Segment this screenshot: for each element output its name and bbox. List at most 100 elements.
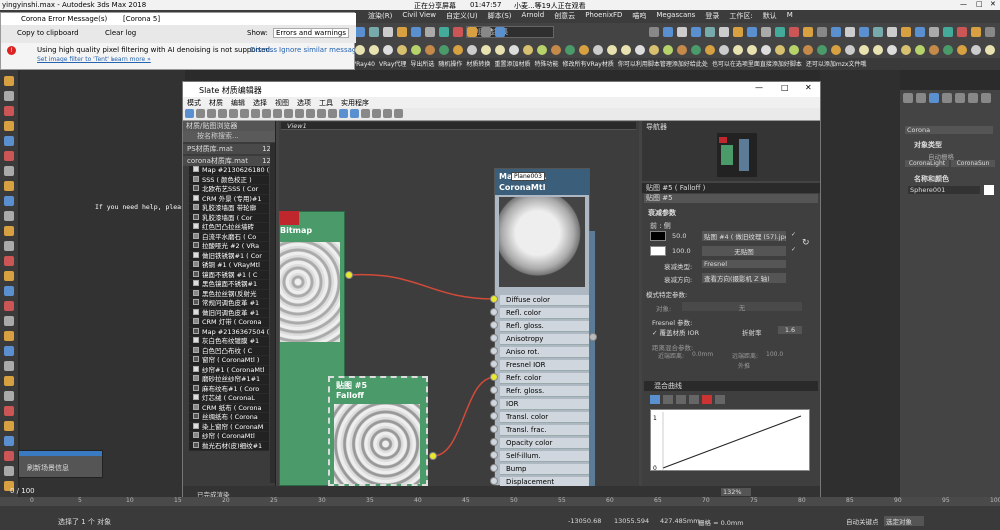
command-tab-icon[interactable] [968,93,978,103]
left-tool-icon[interactable] [4,436,14,446]
slate-tool-icon[interactable] [218,109,227,118]
slot-socket[interactable] [490,438,498,446]
minimize-button[interactable]: — [960,0,967,8]
shape-icon[interactable] [439,45,449,55]
shape-icon[interactable] [621,45,631,55]
toolbar-icon[interactable] [495,27,505,37]
slate-menu-item[interactable]: 工具 [319,98,333,108]
clear-log-button[interactable]: Clear log [105,29,136,37]
side-map-button[interactable]: 无贴图 [702,246,786,256]
main-menu-item[interactable]: Megascans [656,11,695,22]
left-tool-icon[interactable] [4,166,14,176]
toolbar-icon[interactable] [789,27,799,37]
material-list-item[interactable]: 白流平水磨石 ( Co [189,232,269,242]
material-list-item[interactable]: 红色凹凸拉丝墙砖 [189,223,269,233]
frame-counter[interactable]: 0 / 100 [10,487,35,495]
command-tab-icon[interactable] [942,93,952,103]
slate-tool-icon[interactable] [262,109,271,118]
slot-socket[interactable] [490,334,498,342]
mix-curve-graph[interactable]: 1 0 [650,409,810,472]
slot-socket[interactable] [490,321,498,329]
toolbar-icon[interactable] [453,27,463,37]
toolbar-icon[interactable] [859,27,869,37]
toolbar-icon[interactable] [873,27,883,37]
shape-icon[interactable] [481,45,491,55]
front-color-swatch[interactable] [650,231,666,241]
zoom-dropdown[interactable]: 132% [721,488,751,496]
material-list-item[interactable]: 灯芯绒 ( CoronaL [189,394,269,404]
main-menu-item[interactable]: M [787,11,793,22]
slot-opacity-color[interactable]: Opacity color [500,438,592,449]
toolbar-icon[interactable] [915,27,925,37]
shape-icon[interactable] [495,45,505,55]
curve-tool-icon[interactable] [702,395,712,404]
toolbar-icon[interactable] [901,27,911,37]
slate-tool-icon[interactable] [240,109,249,118]
slot-transl-frac-[interactable]: Transl. frac. [500,425,592,436]
command-tab-icon[interactable] [955,93,965,103]
shape-icon[interactable] [355,45,365,55]
slot-socket[interactable] [490,399,498,407]
shape-icon[interactable] [831,45,841,55]
slate-tool-icon[interactable] [306,109,315,118]
shape-icon[interactable] [803,45,813,55]
slot-socket[interactable] [490,373,498,381]
side-value[interactable]: 100.0 [672,247,691,255]
left-tool-icon[interactable] [4,181,14,191]
slot-socket[interactable] [490,477,498,485]
toolbar-icon[interactable] [957,27,967,37]
viewport[interactable]: If you need help, please vis 刷新场景信息 [18,70,205,500]
material-list-item[interactable]: 磨砂拉丝纱帘#1#1 [189,375,269,385]
left-tool-icon[interactable] [4,211,14,221]
slot-self-illum-[interactable]: Self-illum. [500,451,592,462]
slot-socket[interactable] [490,308,498,316]
material-list-item[interactable]: 乳胶漆墙面 带轮廓 [189,204,269,214]
left-tool-icon[interactable] [4,391,14,401]
slot-socket[interactable] [490,386,498,394]
toolbar-icon[interactable] [663,27,673,37]
material-list-item[interactable]: 纱帘 ( CoronaMtl [189,432,269,442]
shape-icon[interactable] [859,45,869,55]
toolbar-icon[interactable] [677,27,687,37]
left-tool-icon[interactable] [4,226,14,236]
shape-icon[interactable] [733,45,743,55]
material-list-item[interactable]: 黑色镜面不锈钢#1 [189,280,269,290]
curve-tool-icon[interactable] [715,395,725,404]
z-coord[interactable]: 427.485mm [660,517,700,525]
left-tool-icon[interactable] [4,346,14,356]
shape-icon[interactable] [593,45,603,55]
slate-close[interactable]: ✕ [805,83,812,92]
material-list-item[interactable]: CRM 纸布 ( Corona [189,403,269,413]
slot-transl-color[interactable]: Transl. color [500,412,592,423]
corona-sun-button[interactable]: CoronaSun [951,160,995,167]
right-viewport[interactable] [820,70,900,500]
left-tool-icon[interactable] [4,286,14,296]
slate-tool-icon[interactable] [372,109,381,118]
shape-icon[interactable] [943,45,953,55]
left-tool-icon[interactable] [4,451,14,461]
front-map-button[interactable]: 贴图 #4 ( 做旧纹理 (57).jpg ) [702,231,786,241]
group-corona-library[interactable]: corona材质库.mat 12 [183,156,275,166]
command-tab-icon[interactable] [903,93,913,103]
toolbar-icon[interactable] [691,27,701,37]
shape-icon[interactable] [579,45,589,55]
left-tool-icon[interactable] [4,466,14,476]
object-name-field[interactable]: Sphere001 [908,186,980,194]
shape-icon[interactable] [901,45,911,55]
browser-search[interactable]: 按名称搜索... [183,131,275,142]
group-ps-library[interactable]: PS材质库.mat 12 [183,144,275,154]
slot-aniso-rot-[interactable]: Aniso rot. [500,347,592,358]
ribbon-item[interactable]: 材质转换 [466,59,490,69]
shape-icon[interactable] [551,45,561,55]
slate-tool-icon[interactable] [350,109,359,118]
browser-scrollbar[interactable] [270,143,275,483]
material-list-item[interactable]: Map #2136367504 ( C [189,327,269,337]
slate-tool-icon[interactable] [229,109,238,118]
main-menu-item[interactable]: 自定义(U) [446,11,478,22]
main-menu-item[interactable]: 工作区: [729,11,752,22]
left-tool-icon[interactable] [4,91,14,101]
left-tool-icon[interactable] [4,256,14,266]
shape-icon[interactable] [607,45,617,55]
y-coord[interactable]: 13055.594 [614,517,649,525]
material-list-item[interactable]: 乳胶漆墙面 ( Cor [189,213,269,223]
